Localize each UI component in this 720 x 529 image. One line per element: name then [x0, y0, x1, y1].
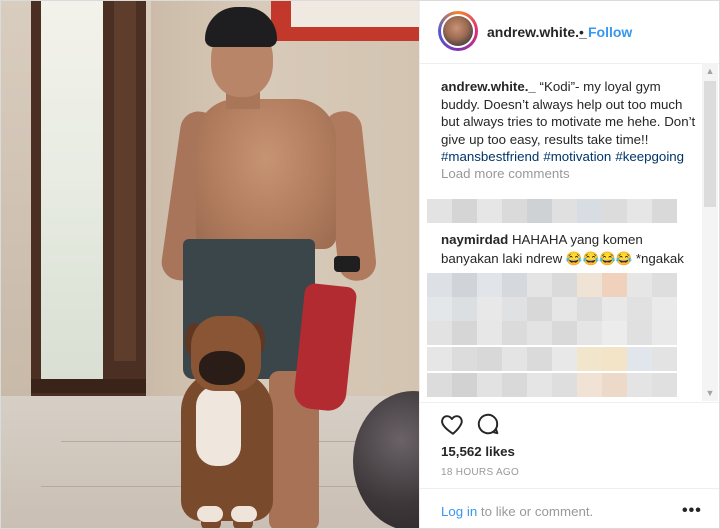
post-sidebar: andrew.white._ • Follow andrew.white._ “…	[419, 1, 719, 528]
heart-icon[interactable]	[440, 411, 466, 437]
hashtag-list: #mansbestfriend #motivation #keepgoing	[441, 149, 688, 164]
scroll-down-icon[interactable]: ▼	[702, 385, 718, 401]
man-torso	[196, 99, 336, 249]
more-options-button[interactable]: •••	[682, 502, 702, 520]
post-photo[interactable]	[1, 1, 419, 528]
login-suffix: to like or comment.	[477, 504, 594, 519]
instagram-post: andrew.white._ • Follow andrew.white._ “…	[0, 0, 720, 529]
follow-button[interactable]: Follow	[588, 24, 632, 40]
scroll-up-icon[interactable]: ▲	[702, 63, 718, 79]
avatar[interactable]	[443, 16, 473, 46]
comment-username[interactable]: naymirdad	[441, 232, 508, 247]
separator-dot: •	[579, 24, 584, 40]
load-more-comments[interactable]: Load more comments	[441, 166, 570, 181]
post-timestamp[interactable]: 18 HOURS AGO	[441, 467, 519, 478]
header-username[interactable]: andrew.white._	[487, 24, 587, 40]
caption: andrew.white._ “Kodi”- my loyal gym budd…	[441, 78, 696, 166]
wrist-watch	[334, 256, 360, 272]
post-header: andrew.white._ • Follow	[420, 1, 719, 64]
like-count[interactable]: 15,562 likes	[441, 444, 515, 459]
caption-username[interactable]: andrew.white._	[441, 79, 536, 94]
comment-icon[interactable]	[475, 411, 501, 437]
comments-scrollbar[interactable]: ▲ ▼	[702, 63, 718, 401]
blurred-comment	[427, 199, 677, 223]
hashtag-link[interactable]: #keepgoing	[615, 149, 684, 164]
hashtag-link[interactable]: #motivation	[543, 149, 611, 164]
scrollbar-thumb[interactable]	[704, 81, 716, 207]
hashtag-link[interactable]: #mansbestfriend	[441, 149, 539, 164]
login-link[interactable]: Log in	[441, 504, 477, 519]
blurred-comment	[427, 273, 677, 297]
login-footer: Log in to like or comment. •••	[420, 488, 719, 528]
comment: naymirdad HAHAHA yang komen banyakan lak…	[441, 230, 701, 268]
